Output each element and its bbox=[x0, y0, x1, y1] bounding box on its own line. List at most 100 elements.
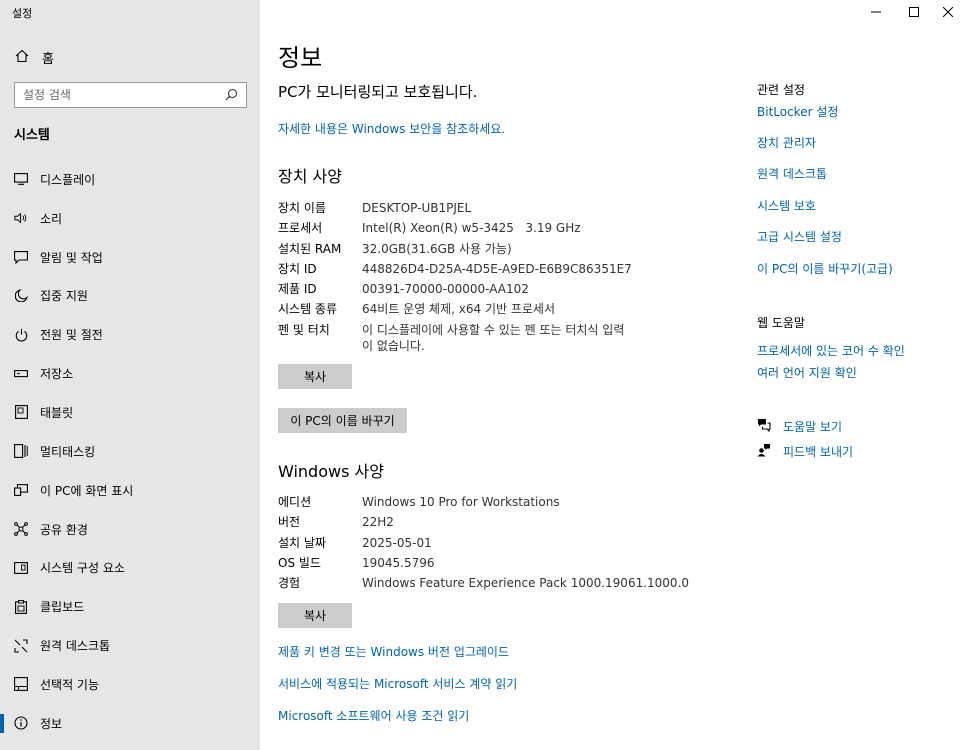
project-icon bbox=[14, 483, 28, 497]
sidebar-item-shared[interactable]: 공유 환경 bbox=[0, 510, 260, 549]
spec-value: 이 디스플레이에 사용할 수 있는 펜 또는 터치식 입력이 없습니다. bbox=[362, 322, 625, 353]
spec-key: 시스템 종류 bbox=[278, 302, 338, 317]
spec-row: OS 빌드 19045.5796 bbox=[278, 553, 698, 573]
sidebar-item-tablet[interactable]: 태블릿 bbox=[0, 393, 260, 432]
spec-value: 2025-05-01 bbox=[362, 535, 432, 550]
nav-home-label: 홈 bbox=[42, 51, 54, 67]
sidebar-item-clipboard[interactable]: 클립보드 bbox=[0, 587, 260, 626]
rename-pc-advanced-link[interactable]: 이 PC의 이름 바꾸기(고급) bbox=[757, 260, 893, 277]
sidebar-item-power[interactable]: 전원 및 절전 bbox=[0, 315, 260, 354]
spec-row: 시스템 종류 64비트 운영 체제, x64 기반 프로세서 bbox=[278, 299, 698, 319]
features-icon bbox=[14, 677, 28, 692]
send-feedback-label: 피드백 보내기 bbox=[783, 445, 854, 459]
spec-key: 장치 ID bbox=[278, 261, 317, 276]
spec-value: Intel(R) Xeon(R) w5-3425 3.19 GHz bbox=[362, 221, 581, 236]
spec-key: 설치 날짜 bbox=[278, 535, 326, 550]
product-key-link[interactable]: 제품 키 변경 또는 Windows 버전 업그레이드 bbox=[278, 643, 509, 660]
spec-row: 제품 ID 00391-70000-00000-AA102 bbox=[278, 279, 698, 299]
sidebar-item-label: 알림 및 작업 bbox=[40, 250, 103, 265]
rename-pc-button[interactable]: 이 PC의 이름 바꾸기 bbox=[278, 408, 407, 433]
copy-device-specs-button[interactable]: 복사 bbox=[278, 364, 352, 389]
power-icon bbox=[14, 328, 28, 342]
search-icon[interactable] bbox=[225, 86, 238, 105]
sidebar-item-sound[interactable]: 소리 bbox=[0, 199, 260, 238]
speaker-icon bbox=[14, 211, 28, 225]
spec-value: Windows 10 Pro for Workstations bbox=[362, 495, 560, 509]
spec-row: 펜 및 터치 이 디스플레이에 사용할 수 있는 펜 또는 터치식 입력이 없습니… bbox=[278, 320, 698, 354]
sidebar-item-label: 정보 bbox=[40, 716, 63, 731]
spec-key: 에디션 bbox=[278, 495, 312, 509]
license-terms-link[interactable]: Microsoft 소프트웨어 사용 조건 읽기 bbox=[278, 707, 469, 724]
windows-specs-table: 에디션 Windows 10 Pro for Workstations 버전 22H… bbox=[278, 492, 698, 593]
spec-row: 경험 Windows Feature Experience Pack 1000.1… bbox=[278, 573, 698, 593]
sidebar-item-label: 시스템 구성 요소 bbox=[40, 561, 125, 576]
remote-icon bbox=[14, 638, 28, 653]
copy-windows-specs-button[interactable]: 복사 bbox=[278, 603, 352, 628]
display-icon bbox=[14, 172, 28, 186]
language-support-link[interactable]: 여러 언어 지원 확인 bbox=[757, 364, 857, 381]
sidebar-item-remote-desktop[interactable]: 원격 데스크톱 bbox=[0, 626, 260, 665]
device-manager-link[interactable]: 장치 관리자 bbox=[757, 134, 816, 151]
system-protection-link[interactable]: 시스템 보호 bbox=[757, 197, 816, 214]
sidebar-item-notifications[interactable]: 알림 및 작업 bbox=[0, 238, 260, 277]
advanced-system-settings-link[interactable]: 고급 시스템 설정 bbox=[757, 228, 842, 245]
spec-value: 64비트 운영 체제, x64 기반 프로세서 bbox=[362, 302, 556, 317]
sidebar-item-storage[interactable]: 저장소 bbox=[0, 354, 260, 393]
search-box[interactable] bbox=[14, 82, 247, 108]
app-title: 설정 bbox=[12, 7, 33, 20]
remote-desktop-link[interactable]: 원격 데스크톱 bbox=[757, 165, 827, 182]
get-help-link[interactable]: 도움말 보기 bbox=[757, 417, 842, 436]
spec-value: 448826D4-D25A-4D5E-A9ED-E6B9C86351E7 bbox=[362, 261, 632, 276]
page-title: 정보 bbox=[278, 44, 323, 72]
sidebar-item-label: 집중 지원 bbox=[40, 289, 88, 304]
spec-value: 19045.5796 bbox=[362, 555, 435, 570]
spec-key: 버전 bbox=[278, 515, 301, 530]
sidebar-item-label: 공유 환경 bbox=[40, 522, 88, 537]
windows-security-link[interactable]: 자세한 내용은 Windows 보안을 참조하세요. bbox=[278, 120, 505, 137]
sidebar-item-multitasking[interactable]: 멀티태스킹 bbox=[0, 432, 260, 471]
spec-key: 경험 bbox=[278, 576, 301, 591]
spec-key: 프로세서 bbox=[278, 221, 323, 236]
sidebar-item-label: 태블릿 bbox=[40, 405, 74, 420]
sidebar-item-optional-features[interactable]: 선택적 기능 bbox=[0, 665, 260, 704]
spec-value: 22H2 bbox=[362, 515, 394, 530]
spec-row: 장치 ID 448826D4-D25A-4D5E-A9ED-E6B9C86351E… bbox=[278, 259, 698, 279]
processor-cores-link[interactable]: 프로세서에 있는 코어 수 확인 bbox=[757, 342, 905, 359]
search-input[interactable] bbox=[23, 88, 225, 102]
sidebar: 설정 홈 시스템 디스플레이 소리 알림 및 작업 집중 지원 bbox=[0, 0, 260, 750]
spec-key: 제품 ID bbox=[278, 282, 317, 297]
sidebar-item-project[interactable]: 이 PC에 화면 표시 bbox=[0, 471, 260, 510]
spec-key: 펜 및 터치 bbox=[278, 322, 330, 337]
spec-row: 설치 날짜 2025-05-01 bbox=[278, 533, 698, 553]
send-feedback-link[interactable]: 피드백 보내기 bbox=[757, 442, 853, 461]
storage-icon bbox=[14, 367, 28, 381]
sidebar-section-title: 시스템 bbox=[14, 128, 50, 143]
multitasking-icon bbox=[14, 444, 28, 459]
spec-key: OS 빌드 bbox=[278, 555, 321, 570]
windows-specs-heading: Windows 사양 bbox=[278, 462, 384, 481]
sidebar-nav: 디스플레이 소리 알림 및 작업 집중 지원 전원 및 절전 저장소 태블릿 멀… bbox=[0, 160, 260, 743]
spec-value: 00391-70000-00000-AA102 bbox=[362, 282, 529, 297]
nav-home[interactable]: 홈 bbox=[0, 42, 260, 72]
protection-status: PC가 모니터링되고 보호됩니다. bbox=[278, 83, 478, 101]
sidebar-item-display[interactable]: 디스플레이 bbox=[0, 160, 260, 199]
bitlocker-settings-link[interactable]: BitLocker 설정 bbox=[757, 103, 838, 120]
device-specs-table: 장치 이름 DESKTOP-UB1PJEL 프로세서 Intel(R) Xeon(R… bbox=[278, 198, 698, 354]
spec-row: 장치 이름 DESKTOP-UB1PJEL bbox=[278, 198, 698, 218]
clipboard-icon bbox=[14, 599, 28, 614]
sidebar-item-label: 디스플레이 bbox=[40, 172, 96, 187]
sidebar-item-label: 이 PC에 화면 표시 bbox=[40, 483, 134, 498]
web-help-heading: 웹 도움말 bbox=[757, 316, 805, 330]
home-icon bbox=[15, 48, 29, 67]
sidebar-item-focus-assist[interactable]: 집중 지원 bbox=[0, 277, 260, 316]
spec-value: Windows Feature Experience Pack 1000.190… bbox=[362, 576, 690, 591]
sidebar-item-label: 선택적 기능 bbox=[40, 677, 100, 692]
spec-row: 버전 22H2 bbox=[278, 512, 698, 532]
sidebar-item-label: 클립보드 bbox=[40, 600, 85, 615]
spec-key: 설치된 RAM bbox=[278, 241, 342, 256]
sidebar-item-about[interactable]: 정보 bbox=[0, 704, 260, 743]
sidebar-item-components[interactable]: 시스템 구성 요소 bbox=[0, 548, 260, 587]
tablet-icon bbox=[14, 405, 28, 420]
services-agreement-link[interactable]: 서비스에 적용되는 Microsoft 서비스 계약 읽기 bbox=[278, 675, 517, 692]
spec-key: 장치 이름 bbox=[278, 201, 326, 215]
